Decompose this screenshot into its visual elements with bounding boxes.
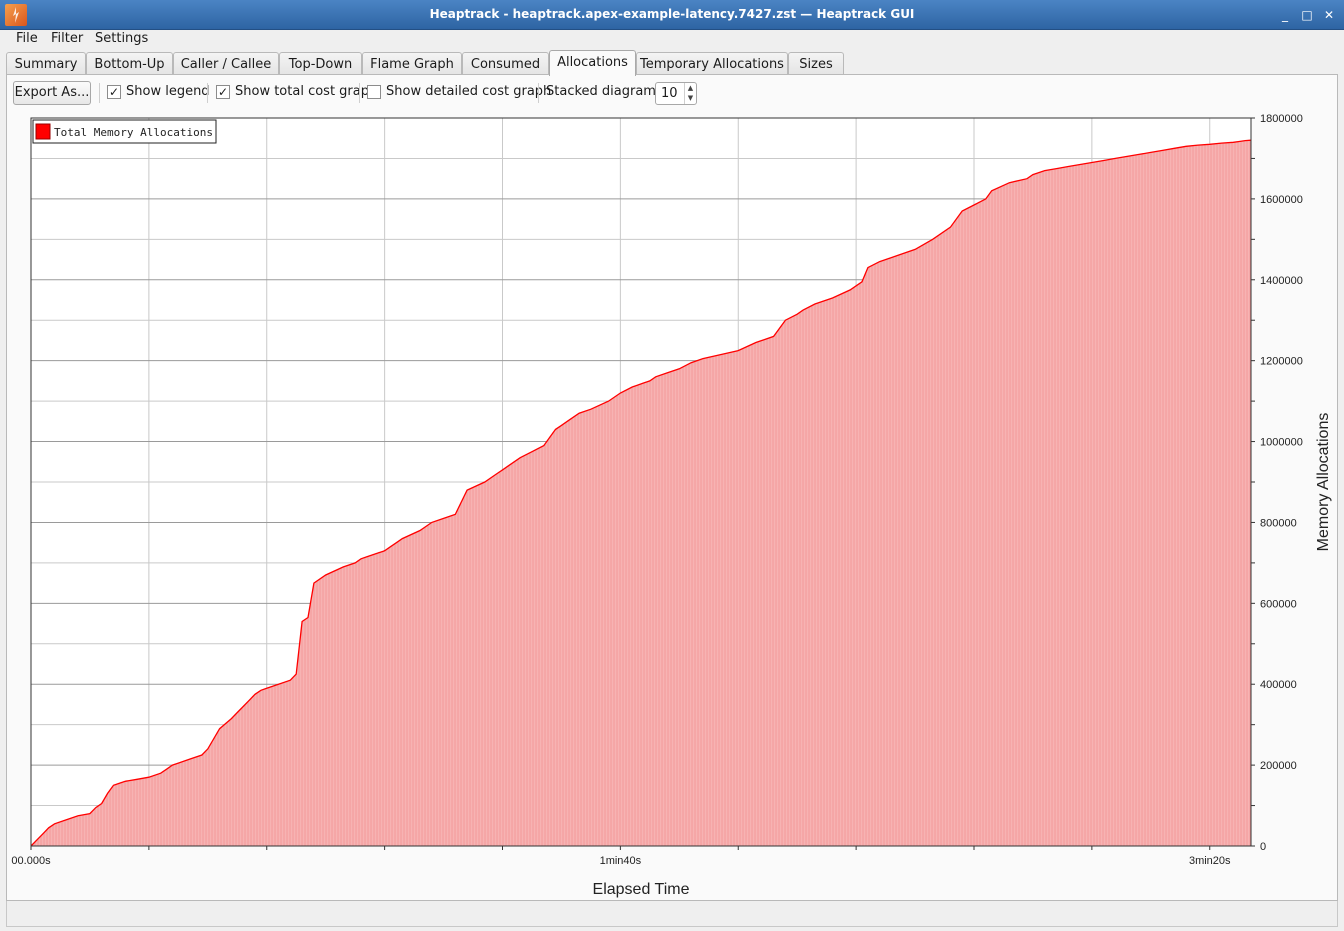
y-tick-label: 1800000	[1260, 113, 1303, 125]
x-tick-label: 3min20s	[1189, 855, 1231, 867]
y-tick-label: 1200000	[1260, 356, 1303, 368]
legend-label: Total Memory Allocations	[54, 126, 213, 139]
status-bar	[6, 901, 1338, 927]
y-tick-label: 1400000	[1260, 275, 1303, 287]
y-tick-label: 1000000	[1260, 437, 1303, 449]
x-tick-label: 00.000s	[11, 855, 51, 867]
x-axis-label: Elapsed Time	[593, 881, 690, 898]
y-tick-label: 0	[1260, 841, 1266, 853]
y-tick-label: 1600000	[1260, 194, 1303, 206]
x-tick-label: 1min40s	[600, 855, 642, 867]
y-tick-label: 600000	[1260, 598, 1297, 610]
y-axis-label: Memory Allocations	[1315, 413, 1332, 552]
tab-allocations[interactable]: Allocations	[549, 50, 636, 76]
y-tick-label: 800000	[1260, 517, 1297, 529]
y-tick-label: 200000	[1260, 760, 1297, 772]
allocations-chart: 00.000s 1min40s 3min20s 0 200000 400000 600000…	[11, 113, 1332, 898]
legend-swatch	[35, 123, 51, 140]
y-tick-label: 400000	[1260, 679, 1297, 691]
